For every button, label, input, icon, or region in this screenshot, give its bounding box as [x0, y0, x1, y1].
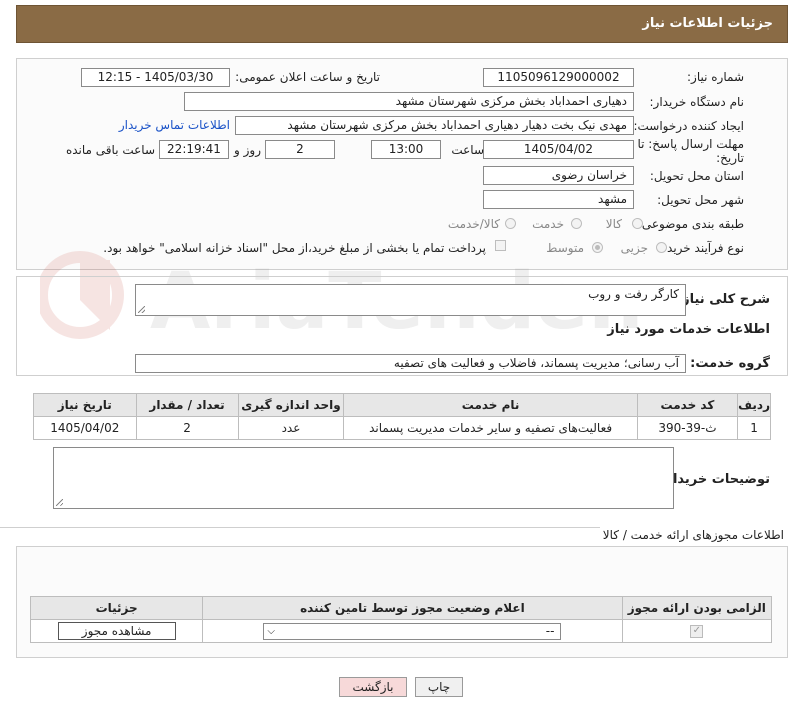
cell-permit-required: ✓ [621, 619, 773, 643]
remaining-label: ساعت باقی مانده [65, 143, 155, 157]
province-label: استان محل تحویل: [649, 169, 744, 183]
cell-permit-details: مشاهده مجوز [29, 619, 204, 643]
process-option-minor: جزیی [620, 241, 648, 255]
days-label: روز و [234, 143, 261, 157]
contact-buyer-link[interactable]: اطلاعات تماس خریدار [119, 118, 230, 132]
services-section-title: اطلاعات خدمات مورد نیاز [607, 322, 770, 337]
need-number-label: شماره نیاز: [687, 70, 744, 84]
resize-handle[interactable] [56, 499, 63, 506]
cell-unit: عدد [237, 416, 345, 440]
permits-table: الزامی بودن ارائه مجوز اعلام وضعیت مجوز … [29, 596, 773, 643]
deadline-time-field: 13:00 [371, 140, 441, 159]
buyer-notes-label: توضیحات خریدار: [660, 472, 770, 487]
category-label: طبقه بندی موضوعی: [637, 217, 744, 231]
category-radio-goods[interactable] [632, 218, 643, 229]
payment-checkbox[interactable] [495, 240, 506, 251]
buyer-notes-text [54, 448, 673, 452]
process-label: نوع فرآیند خرید : [659, 241, 744, 255]
chevron-down-icon: ⌵ [267, 625, 275, 637]
col-service-name: نام خدمت [343, 393, 638, 417]
services-table-header: ردیف کد خدمت نام خدمت واحد اندازه گیری ت… [33, 393, 771, 417]
cell-service-code: ث-39-390 [636, 416, 739, 440]
permits-table-header: الزامی بودن ارائه مجوز اعلام وضعیت مجوز … [29, 596, 773, 620]
category-option-goods-service: کالا/خدمت [447, 217, 500, 231]
buyer-org-field: دهیاری احمداباد بخش مرکزی شهرستان مشهد [184, 92, 634, 111]
resize-handle[interactable] [138, 306, 145, 313]
cell-row: 1 [737, 416, 771, 440]
creator-field: مهدی نیک بخت دهیار دهیاری احمداباد بخش م… [235, 116, 634, 135]
category-option-goods: کالا [605, 217, 622, 231]
buyer-notes-field [53, 447, 674, 509]
col-permit-status: اعلام وضعیت مجوز توسط تامین کننده [202, 596, 623, 620]
deadline-label: مهلت ارسال پاسخ: تا تاریخ: [637, 137, 744, 165]
announce-field: 1405/03/30 - 12:15 [81, 68, 230, 87]
permits-section-title: اطلاعات مجوزهای ارائه خدمت / کالا [602, 528, 784, 542]
services-table: ردیف کد خدمت نام خدمت واحد اندازه گیری ت… [33, 393, 771, 440]
cell-service-name: فعالیت‌های تصفیه و سایر خدمات مدیریت پسم… [343, 416, 638, 440]
process-radio-medium[interactable] [592, 242, 603, 253]
permits-divider [0, 527, 600, 528]
buyer-org-label: نام دستگاه خریدار: [649, 95, 745, 109]
permit-status-select[interactable]: -- ⌵ [263, 622, 562, 640]
cell-permit-status: -- ⌵ [202, 619, 623, 643]
city-label: شهر محل تحویل: [657, 193, 744, 207]
remaining-time-field: 22:19:41 [159, 140, 229, 159]
category-radio-goods-service[interactable] [505, 218, 516, 229]
deadline-date-field: 1405/04/02 [483, 140, 634, 159]
process-option-medium: متوسط [546, 241, 584, 255]
view-permit-button[interactable]: مشاهده مجوز [57, 622, 176, 640]
announce-label: تاریخ و ساعت اعلان عمومی: [235, 70, 380, 84]
category-option-service: خدمت [532, 217, 564, 231]
category-radio-service[interactable] [571, 218, 582, 229]
process-radio-minor[interactable] [656, 242, 667, 253]
page-header: جزئیات اطلاعات نیاز [16, 5, 788, 43]
city-field: مشهد [483, 190, 634, 209]
cell-quantity: 2 [135, 416, 239, 440]
col-permit-required: الزامی بودن ارائه مجوز [621, 596, 773, 620]
service-group-label: گروه خدمت: [690, 356, 770, 371]
payment-note: پرداخت تمام یا بخشی از مبلغ خرید،از محل … [103, 241, 486, 255]
page-title: جزئیات اطلاعات نیاز [642, 16, 773, 31]
col-need-date: تاریخ نیاز [33, 393, 137, 417]
col-quantity: تعداد / مقدار [135, 393, 239, 417]
col-permit-details: جزئیات [29, 596, 204, 620]
table-row: 1 ث-39-390 فعالیت‌های تصفیه و سایر خدمات… [33, 416, 771, 440]
table-row: ✓ -- ⌵ مشاهده مجوز [29, 619, 773, 643]
creator-label: ایجاد کننده درخواست: [633, 119, 744, 133]
print-button[interactable]: چاپ [415, 677, 463, 697]
summary-label: شرح کلی نیاز: [676, 292, 770, 307]
col-row: ردیف [737, 393, 771, 417]
province-field: خراسان رضوی [483, 166, 634, 185]
days-field: 2 [265, 140, 335, 159]
summary-field: کارگر رفت و روب [135, 284, 686, 316]
permit-required-checkbox: ✓ [690, 625, 704, 638]
col-service-code: کد خدمت [636, 393, 739, 417]
service-group-field: آب رسانی؛ مدیریت پسماند، فاضلاب و فعالیت… [135, 354, 686, 373]
time-label: ساعت [451, 143, 484, 157]
cell-need-date: 1405/04/02 [33, 416, 137, 440]
need-number-field: 1105096129000002 [483, 68, 634, 87]
col-unit: واحد اندازه گیری [237, 393, 345, 417]
summary-text: کارگر رفت و روب [588, 287, 679, 301]
back-button[interactable]: بازگشت [339, 677, 407, 697]
permit-status-value: -- [545, 623, 555, 638]
